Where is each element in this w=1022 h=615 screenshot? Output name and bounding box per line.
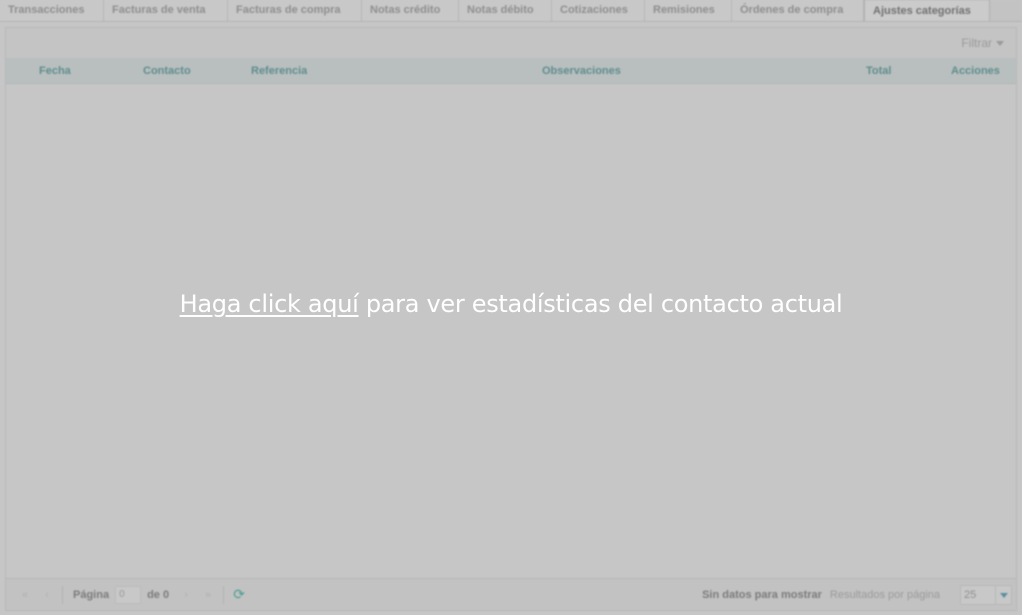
tab-notas-debito[interactable]: Notas débito [459,0,552,21]
per-page-value: 25 [964,589,977,601]
page-label: Página [73,588,110,601]
column-header-acciones: Acciones [951,65,1000,77]
per-page-select[interactable]: 25 [960,585,1012,605]
pager-right: Sin datos para mostrar Resultados por pá… [702,579,1016,611]
tab-bar: Transacciones Facturas de venta Facturas… [0,0,1022,22]
column-header-fecha[interactable]: Fecha [39,58,71,84]
filter-button[interactable]: Filtrar [961,36,1004,50]
view-statistics-link[interactable]: Haga click aquí [180,290,359,318]
pagination-bar: « ‹ Página 0 de 0 › » ⟳ Sin datos para m… [6,578,1016,610]
tab-ordenes-de-compra[interactable]: Órdenes de compra [732,0,864,21]
column-header-referencia[interactable]: Referencia [251,58,307,84]
grid-panel: Filtrar Fecha Contacto Referencia Observ… [5,27,1017,611]
chevron-down-icon [996,40,1004,46]
column-header-observaciones[interactable]: Observaciones [542,58,621,84]
refresh-icon[interactable]: ⟳ [228,584,250,606]
dropdown-arrow-icon[interactable] [995,586,1011,604]
last-page-icon[interactable]: » [197,584,219,606]
page-input[interactable]: 0 [115,585,142,604]
separator [62,585,63,604]
tab-ajustes-categorias[interactable]: Ajustes categorías [864,0,990,21]
filter-label: Filtrar [961,36,992,50]
grid-header: Fecha Contacto Referencia Observaciones … [6,58,1016,84]
no-data-label: Sin datos para mostrar [702,589,822,601]
grid-body [6,84,1016,580]
first-page-icon[interactable]: « [14,584,36,606]
overlay-message-text: para ver estadísticas del contacto actua… [358,290,843,318]
page-count-label: de 0 [147,588,170,601]
grid-toolbar: Filtrar [6,28,1016,58]
prev-page-icon[interactable]: ‹ [36,584,58,606]
separator [223,585,225,604]
tab-facturas-de-venta[interactable]: Facturas de venta [104,0,228,21]
column-header-total[interactable]: Total [866,58,891,84]
statistics-overlay-message: Haga click aquí para ver estadísticas de… [0,290,1022,318]
column-header-contacto[interactable]: Contacto [143,58,191,84]
tab-notas-credito[interactable]: Notas crédito [362,0,459,21]
tab-cotizaciones[interactable]: Cotizaciones [552,0,645,21]
next-page-icon[interactable]: › [175,584,197,606]
per-page-label: Resultados por página [829,589,940,601]
tab-facturas-de-compra[interactable]: Facturas de compra [228,0,362,21]
tab-transacciones[interactable]: Transacciones [0,0,104,21]
tab-remisiones[interactable]: Remisiones [645,0,732,21]
